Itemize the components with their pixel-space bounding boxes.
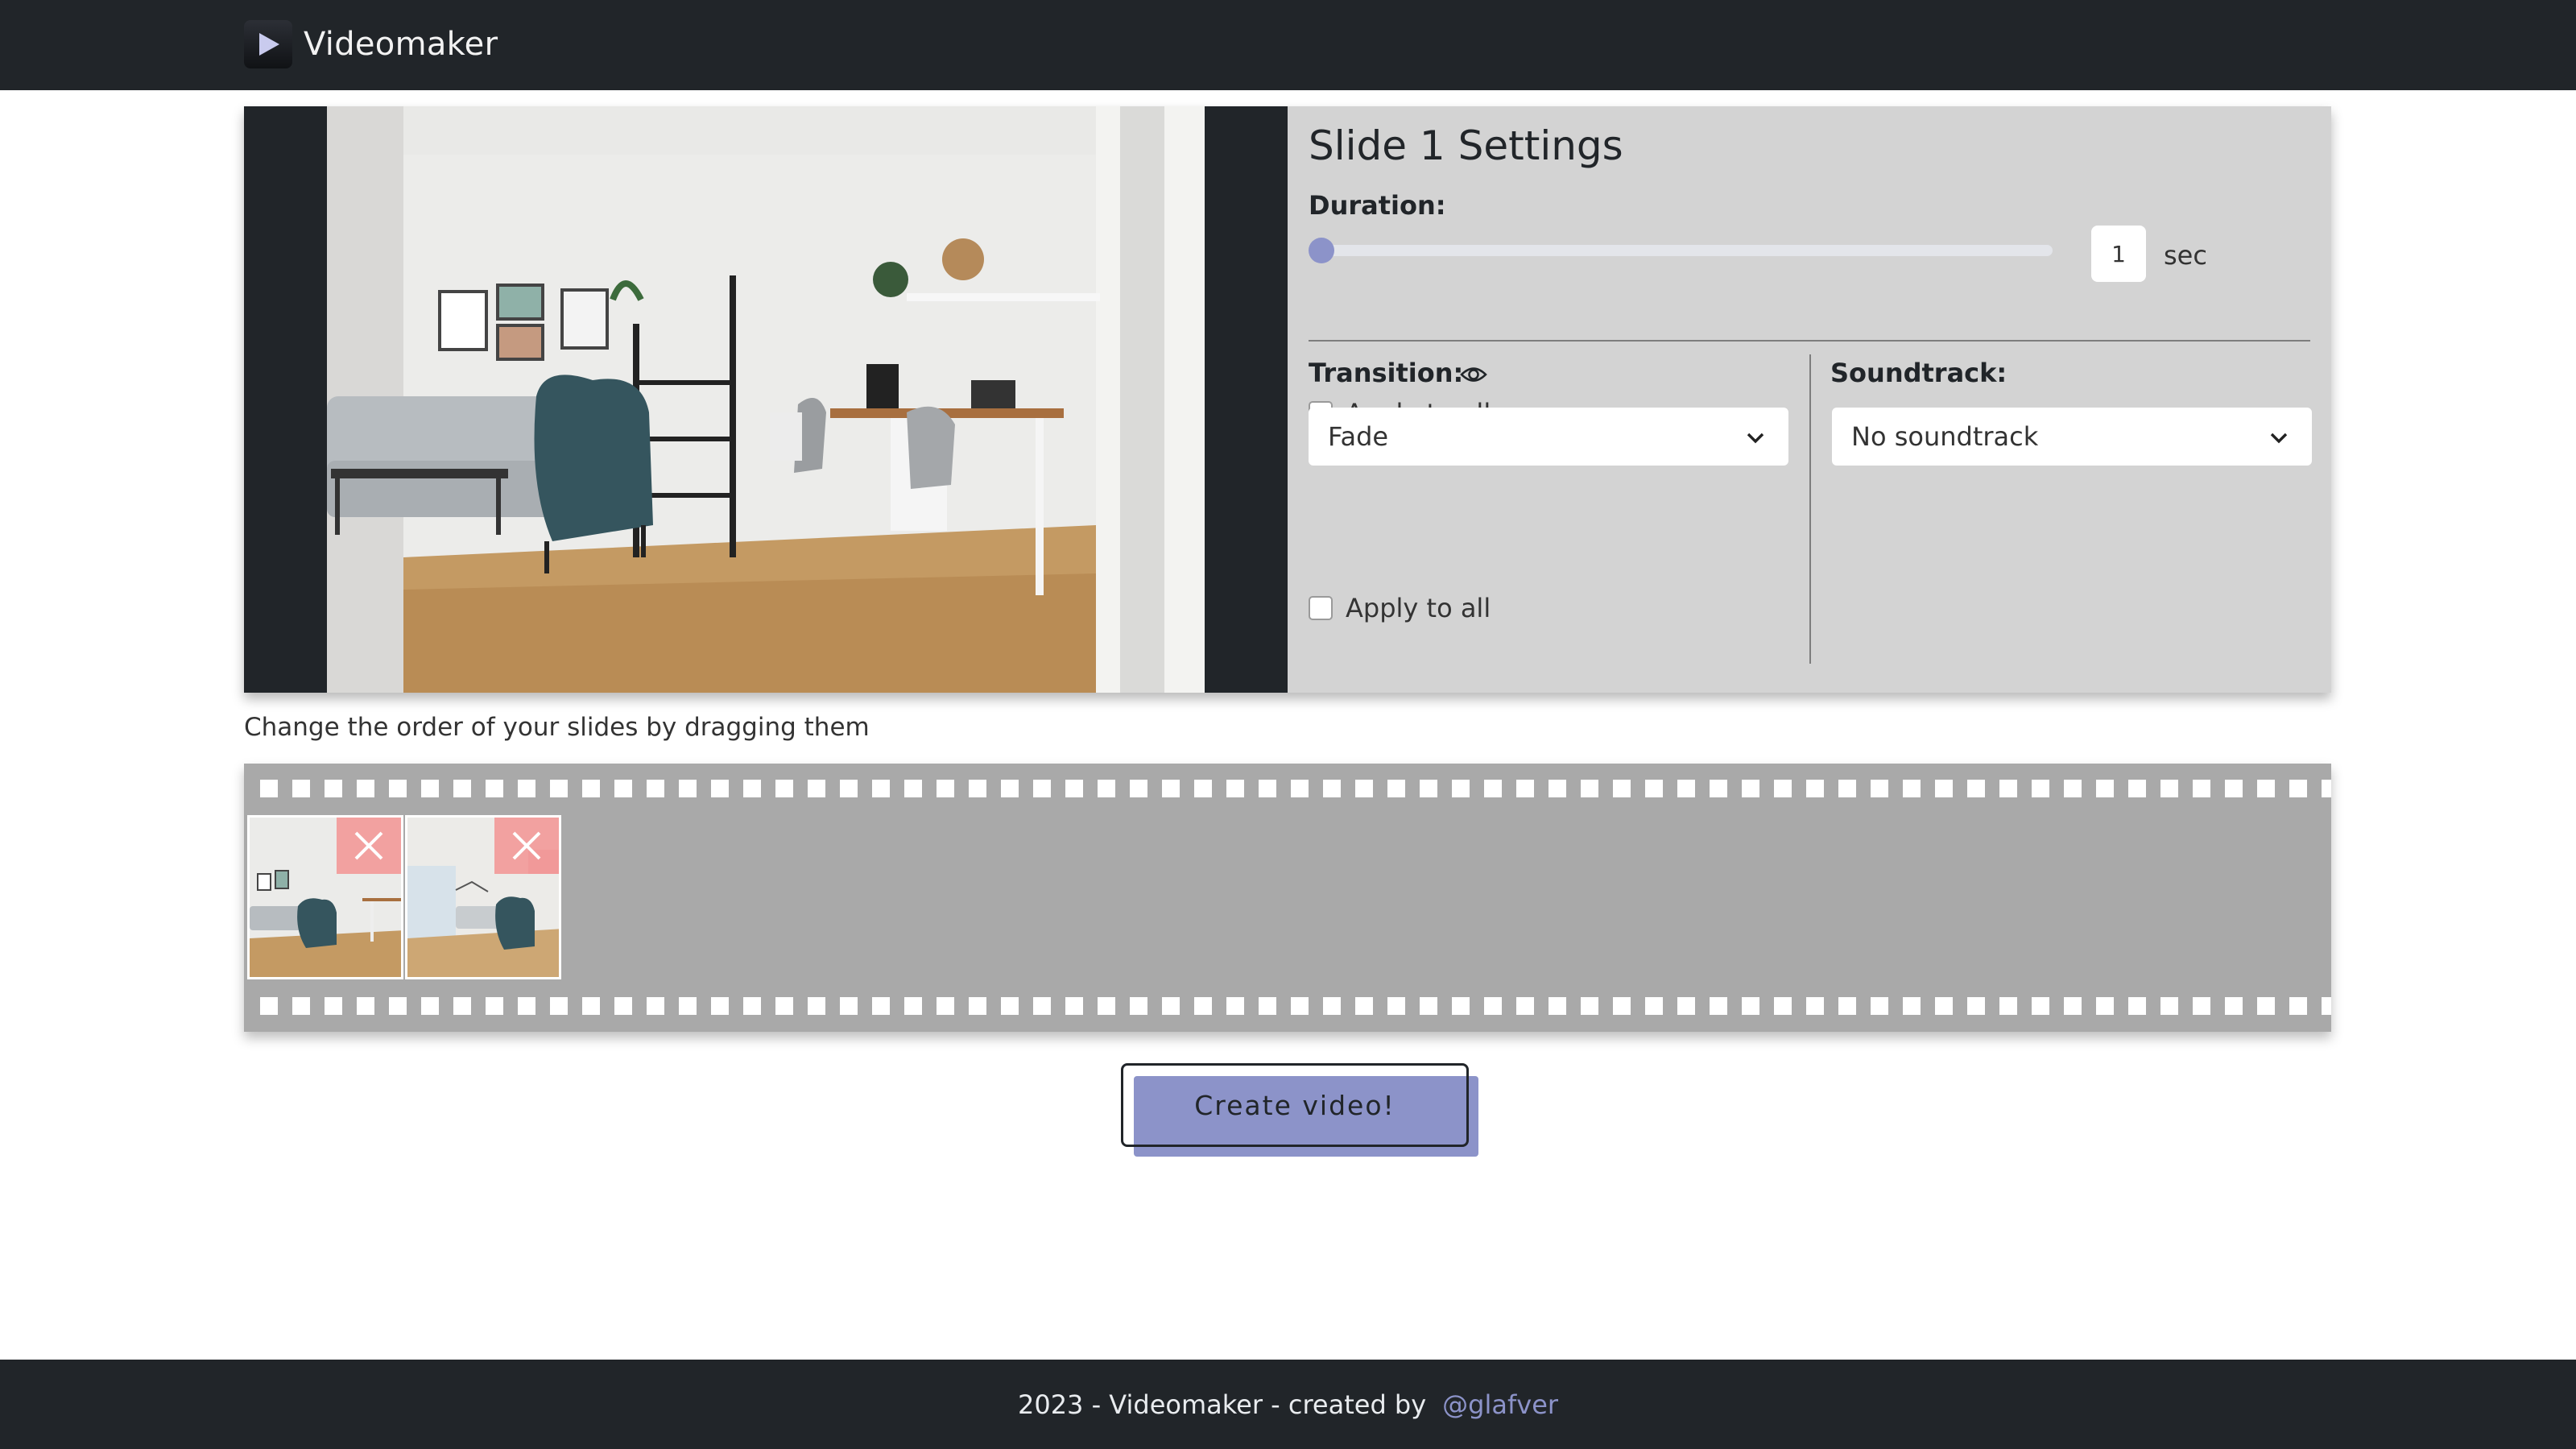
soundtrack-select-value: No soundtrack [1851, 421, 2039, 452]
create-video-button[interactable]: Create video! [1121, 1063, 1469, 1147]
slide-thumbnail[interactable] [247, 815, 403, 979]
chevron-down-icon [1747, 433, 1764, 444]
transition-apply-all-checkbox[interactable] [1309, 596, 1333, 620]
slide-settings-panel: Slide 1 Settings Duration: 1 sec Apply t… [1288, 106, 2331, 693]
settings-title: Slide 1 Settings [1309, 122, 1623, 169]
duration-input[interactable]: 1 [2091, 226, 2146, 282]
duration-unit: sec [2164, 240, 2207, 271]
transition-label: Transition: [1309, 358, 1464, 388]
slide-thumbnail[interactable] [405, 815, 561, 979]
close-icon [354, 831, 383, 860]
filmstrip-top-holes [260, 780, 2331, 797]
soundtrack-label: Soundtrack: [1830, 358, 2007, 388]
brand-title: Videomaker [304, 26, 498, 63]
transition-select[interactable]: Fade [1309, 408, 1788, 466]
filmstrip-bottom-holes [260, 997, 2331, 1015]
chevron-down-icon [2270, 433, 2288, 444]
settings-divider [1309, 340, 2310, 342]
remove-slide-button[interactable] [337, 818, 401, 874]
slide-preview [244, 106, 1288, 693]
remove-slide-button[interactable] [494, 818, 559, 874]
author-link[interactable]: @glafver [1442, 1389, 1558, 1420]
duration-slider-thumb[interactable] [1309, 238, 1334, 263]
duration-slider[interactable] [1309, 238, 2053, 263]
footer-text: 2023 - Videomaker - created by [1017, 1389, 1427, 1420]
navbar: Videomaker [0, 0, 2576, 90]
transition-apply-all[interactable]: Apply to all [1309, 593, 1491, 623]
reorder-hint: Change the order of your slides by dragg… [244, 713, 870, 742]
brand-link[interactable]: Videomaker [244, 19, 498, 69]
soundtrack-select[interactable]: No soundtrack [1832, 408, 2312, 466]
footer: 2023 - Videomaker - created by @glafver [0, 1360, 2576, 1449]
slide-editor: Slide 1 Settings Duration: 1 sec Apply t… [244, 106, 2331, 693]
slides-filmstrip[interactable] [244, 764, 2331, 1032]
transition-select-value: Fade [1328, 421, 1389, 452]
duration-label: Duration: [1309, 190, 1446, 221]
transition-apply-all-label: Apply to all [1346, 593, 1491, 623]
settings-column-divider [1809, 354, 1811, 664]
eye-icon[interactable] [1460, 364, 1487, 385]
create-video-label: Create video! [1194, 1089, 1396, 1121]
play-logo-icon [244, 20, 292, 68]
close-icon [512, 831, 541, 860]
slide-preview-image [327, 106, 1205, 693]
